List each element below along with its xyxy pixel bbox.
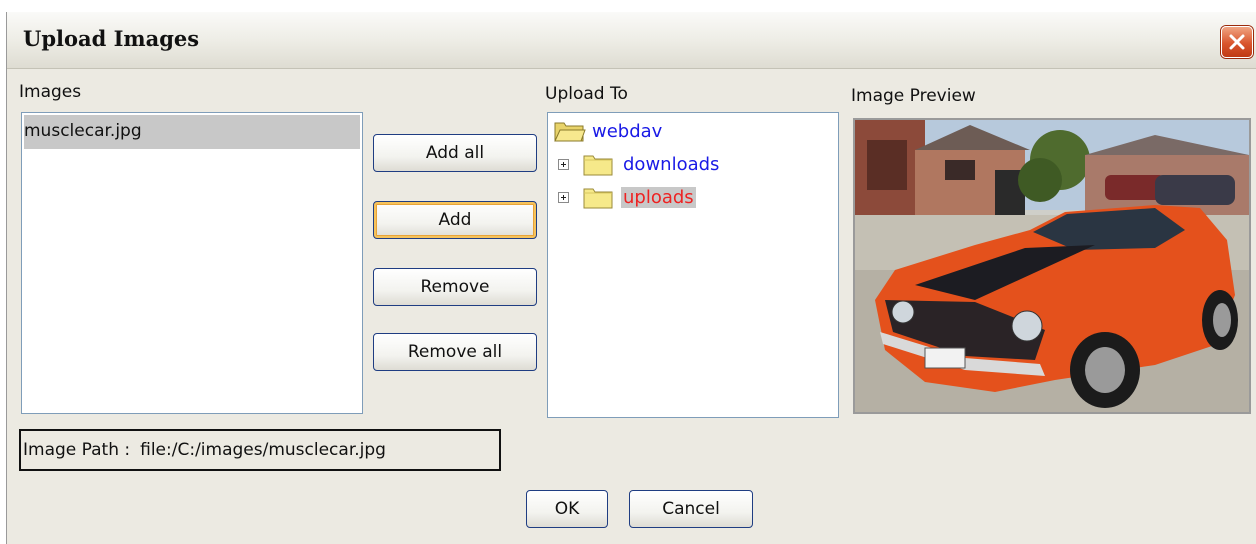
remove-button[interactable]: Remove [373,268,537,306]
images-list[interactable]: musclecar.jpg [21,112,363,414]
add-all-button[interactable]: Add all [373,134,537,172]
folder-icon [583,155,613,176]
image-preview-label: Image Preview [851,86,976,106]
folder-icon [583,188,613,209]
upload-images-dialog: Upload Images Images musclecar.jpg Add a… [6,12,1256,544]
expand-icon[interactable] [558,191,569,203]
remove-all-button[interactable]: Remove all [373,333,537,371]
ok-button[interactable]: OK [526,490,608,528]
tree-item-webdav[interactable]: webdav [554,117,664,145]
dialog-title: Upload Images [23,26,200,51]
cancel-button[interactable]: Cancel [629,490,753,528]
list-item[interactable]: musclecar.jpg [24,115,360,149]
image-path-field: Image Path : file:/C:/images/musclecar.jp… [19,429,501,471]
tree-item-downloads[interactable]: downloads [558,150,721,178]
upload-to-label: Upload To [545,84,628,104]
images-label: Images [19,82,82,102]
image-path-label: Image Path : [23,440,131,460]
car-photo [855,120,1249,412]
tree-label-downloads: downloads [623,153,720,175]
upload-to-tree[interactable]: webdav downloads uploads [547,112,839,418]
image-path-value: file:/C:/images/musclecar.jpg [140,440,386,460]
tree-label-webdav: webdav [592,120,663,142]
image-preview [853,118,1251,414]
expand-icon[interactable] [558,158,569,170]
folder-open-icon [554,122,586,142]
add-button[interactable]: Add [373,201,537,239]
tree-item-uploads[interactable]: uploads [558,183,696,211]
close-button[interactable] [1221,26,1253,58]
tree-label-uploads: uploads [621,186,696,208]
title-bar: Upload Images [7,12,1256,69]
close-icon [1229,34,1245,50]
